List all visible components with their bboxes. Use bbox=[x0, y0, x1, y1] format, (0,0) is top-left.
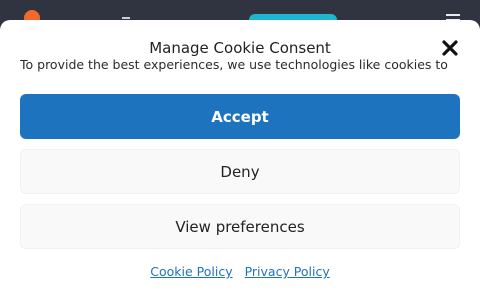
view-preferences-button[interactable]: View preferences bbox=[20, 204, 460, 249]
accept-button[interactable]: Accept bbox=[20, 94, 460, 139]
privacy-policy-link[interactable]: Privacy Policy bbox=[245, 264, 330, 279]
close-button[interactable] bbox=[440, 38, 460, 58]
close-icon bbox=[442, 40, 458, 56]
policy-links: Cookie Policy Privacy Policy bbox=[0, 264, 480, 279]
cookie-consent-dialog: Manage Cookie Consent To provide the bes… bbox=[0, 20, 480, 300]
site-logo-mark bbox=[122, 17, 130, 19]
dialog-title: Manage Cookie Consent bbox=[149, 39, 331, 57]
cookie-policy-link[interactable]: Cookie Policy bbox=[150, 264, 232, 279]
deny-button[interactable]: Deny bbox=[20, 149, 460, 194]
dialog-message: To provide the best experiences, we use … bbox=[20, 57, 448, 72]
